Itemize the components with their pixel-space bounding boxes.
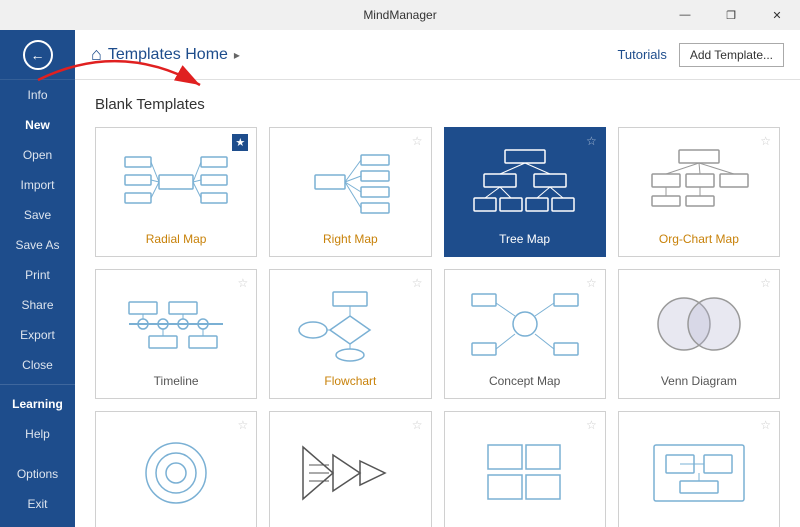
template-label-venn-diagram: Venn Diagram xyxy=(661,374,737,388)
app-title: MindManager xyxy=(363,8,436,22)
template-label-flowchart: Flowchart xyxy=(324,374,376,388)
template-12-icon xyxy=(627,424,771,522)
template-card-tree-map[interactable]: ☆ xyxy=(444,127,606,257)
sidebar: ← Info New Open Import Save Save As Prin… xyxy=(0,30,75,527)
star-icon: ☆ xyxy=(412,418,423,432)
template-9-icon xyxy=(104,424,248,522)
sidebar-item-share[interactable]: Share xyxy=(0,290,75,320)
template-label-tree-map: Tree Map xyxy=(499,232,550,246)
section-title: Blank Templates xyxy=(95,96,780,113)
sidebar-item-print[interactable]: Print xyxy=(0,260,75,290)
template-card-10[interactable]: ☆ xyxy=(269,411,431,527)
radial-map-icon xyxy=(104,140,248,224)
template-card-right-map[interactable]: ☆ xyxy=(269,127,431,257)
template-label-concept-map: Concept Map xyxy=(489,374,560,388)
breadcrumb-text: Templates Home xyxy=(108,46,228,64)
star-icon: ☆ xyxy=(237,276,248,290)
templates-grid: ★ xyxy=(95,127,780,527)
home-icon: ⌂ xyxy=(91,44,102,65)
sidebar-item-import[interactable]: Import xyxy=(0,170,75,200)
template-card-org-chart[interactable]: ☆ xyxy=(618,127,780,257)
minimize-button[interactable]: — xyxy=(662,0,708,30)
star-icon: ☆ xyxy=(760,276,771,290)
back-circle-icon: ← xyxy=(23,40,53,70)
back-arrow-icon: ← xyxy=(31,47,45,63)
template-card-timeline[interactable]: ☆ xyxy=(95,269,257,399)
star-icon: ☆ xyxy=(760,134,771,148)
sidebar-item-open[interactable]: Open xyxy=(0,140,75,170)
sidebar-item-info[interactable]: Info xyxy=(0,80,75,110)
star-icon: ☆ xyxy=(412,134,423,148)
template-label-radial-map: Radial Map xyxy=(146,232,207,246)
content-header: ⌂ Templates Home ▸ Tutorials Add Templat… xyxy=(75,30,800,80)
sidebar-item-close[interactable]: Close xyxy=(0,350,75,380)
sidebar-item-save[interactable]: Save xyxy=(0,200,75,230)
content-area: ⌂ Templates Home ▸ Tutorials Add Templat… xyxy=(75,30,800,527)
right-map-icon xyxy=(278,140,422,224)
star-icon: ☆ xyxy=(412,276,423,290)
sidebar-divider xyxy=(0,384,75,385)
venn-diagram-icon xyxy=(627,282,771,366)
sidebar-item-options[interactable]: Options xyxy=(0,459,75,489)
template-label-right-map: Right Map xyxy=(323,232,378,246)
star-icon: ☆ xyxy=(760,418,771,432)
restore-button[interactable]: ❐ xyxy=(708,0,754,30)
template-11-icon xyxy=(453,424,597,522)
window-controls: — ❐ ✕ xyxy=(662,0,800,30)
star-icon-filled: ★ xyxy=(232,134,248,151)
sidebar-item-exit[interactable]: Exit xyxy=(0,489,75,519)
sidebar-item-help[interactable]: Help xyxy=(0,419,75,449)
header-right: Tutorials Add Template... xyxy=(617,43,784,67)
tutorials-link[interactable]: Tutorials xyxy=(617,47,666,62)
sidebar-item-learning[interactable]: Learning xyxy=(0,389,75,419)
title-bar: MindManager — ❐ ✕ xyxy=(0,0,800,30)
template-card-flowchart[interactable]: ☆ xyxy=(269,269,431,399)
template-card-venn-diagram[interactable]: ☆ Venn Diagram xyxy=(618,269,780,399)
star-icon: ☆ xyxy=(237,418,248,432)
templates-area: Blank Templates ★ xyxy=(75,80,800,527)
template-card-concept-map[interactable]: ☆ xyxy=(444,269,606,399)
template-label-org-chart: Org-Chart Map xyxy=(659,232,739,246)
back-button[interactable]: ← xyxy=(0,30,75,80)
star-icon: ☆ xyxy=(586,418,597,432)
sidebar-item-new[interactable]: New xyxy=(0,110,75,140)
sidebar-item-export[interactable]: Export xyxy=(0,320,75,350)
tree-map-icon xyxy=(453,140,597,224)
org-chart-icon xyxy=(627,140,771,224)
star-icon: ☆ xyxy=(586,276,597,290)
template-card-radial-map[interactable]: ★ xyxy=(95,127,257,257)
template-card-12[interactable]: ☆ xyxy=(618,411,780,527)
template-card-9[interactable]: ☆ xyxy=(95,411,257,527)
template-card-11[interactable]: ☆ xyxy=(444,411,606,527)
template-label-timeline: Timeline xyxy=(154,374,199,388)
concept-map-icon xyxy=(453,282,597,366)
app-body: ← Info New Open Import Save Save As Prin… xyxy=(0,30,800,527)
sidebar-item-save-as[interactable]: Save As xyxy=(0,230,75,260)
template-10-icon xyxy=(278,424,422,522)
star-icon: ☆ xyxy=(586,134,597,148)
breadcrumb-arrow-icon: ▸ xyxy=(234,48,240,62)
timeline-icon xyxy=(104,282,248,366)
close-button[interactable]: ✕ xyxy=(754,0,800,30)
add-template-button[interactable]: Add Template... xyxy=(679,43,784,67)
flowchart-icon xyxy=(278,282,422,366)
